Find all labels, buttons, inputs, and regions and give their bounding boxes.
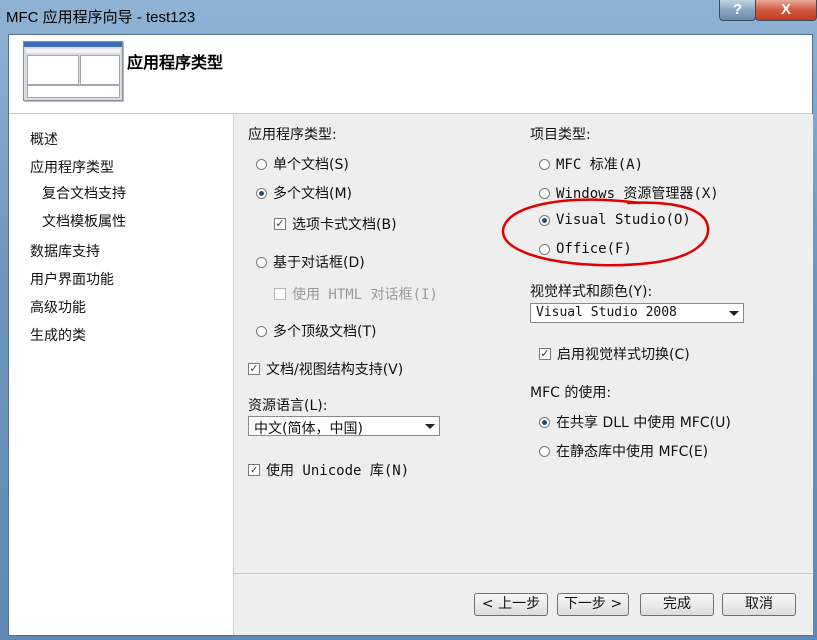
finish-button[interactable]: 完成 bbox=[640, 593, 714, 616]
radio-selected-icon bbox=[539, 416, 550, 428]
prev-button[interactable]: < 上一步 bbox=[474, 593, 548, 616]
wizard-nav: 概述 应用程序类型 复合文档支持 文档模板属性 数据库支持 用户界面功能 高级功… bbox=[9, 114, 233, 635]
checkmark-icon: ✓ bbox=[274, 217, 286, 230]
radio-static-lib[interactable]: 在静态库中使用 MFC(E) bbox=[539, 441, 708, 461]
nav-item-app-type[interactable]: 应用程序类型 bbox=[30, 157, 114, 177]
radio-icon bbox=[256, 325, 267, 337]
nav-item-ui-features[interactable]: 用户界面功能 bbox=[30, 269, 114, 289]
wizard-window: MFC 应用程序向导 - test123 ? X 应用程序类型 概述 应用程序类… bbox=[0, 0, 817, 640]
radio-mfc-standard[interactable]: MFC 标准(A) bbox=[539, 154, 643, 174]
checkmark-icon: ✓ bbox=[248, 464, 260, 476]
resource-language-label: 资源语言(L): bbox=[248, 398, 328, 414]
wizard-preview-icon bbox=[23, 41, 123, 101]
radio-shared-dll[interactable]: 在共享 DLL 中使用 MFC(U) bbox=[539, 412, 731, 432]
radio-icon bbox=[539, 158, 550, 170]
radio-icon bbox=[256, 158, 267, 170]
radio-multiple-documents[interactable]: 多个文档(M) bbox=[256, 183, 352, 203]
radio-multiple-top-level[interactable]: 多个顶级文档(T) bbox=[256, 321, 376, 341]
visual-style-label: 视觉样式和颜色(Y): bbox=[530, 284, 653, 300]
nav-item-database[interactable]: 数据库支持 bbox=[30, 241, 100, 261]
nav-item-generated-classes[interactable]: 生成的类 bbox=[30, 325, 86, 345]
checkmark-icon: ✓ bbox=[248, 362, 260, 375]
radio-dialog-based[interactable]: 基于对话框(D) bbox=[256, 252, 365, 272]
checkmark-icon: ✓ bbox=[539, 347, 551, 360]
checkbox-tabbed-documents[interactable]: ✓ 选项卡式文档(B) bbox=[274, 214, 397, 234]
visual-style-dropdown[interactable]: Visual Studio 2008 bbox=[530, 303, 744, 323]
radio-icon bbox=[539, 445, 550, 457]
footer-divider bbox=[234, 573, 813, 574]
close-button[interactable]: X bbox=[755, 0, 817, 21]
red-annotation-circle bbox=[501, 198, 710, 267]
checkbox-icon bbox=[274, 288, 286, 300]
wizard-main: 应用程序类型: 单个文档(S) 多个文档(M) ✓ 选项卡式文档(B) 基于对话框… bbox=[233, 114, 813, 635]
nav-item-doc-template[interactable]: 文档模板属性 bbox=[42, 211, 126, 231]
wizard-header: 应用程序类型 bbox=[9, 35, 812, 114]
nav-item-compound-doc[interactable]: 复合文档支持 bbox=[42, 183, 126, 203]
checkbox-doc-view-support[interactable]: ✓ 文档/视图结构支持(V) bbox=[248, 359, 403, 379]
nav-item-advanced[interactable]: 高级功能 bbox=[30, 297, 86, 317]
app-type-label: 应用程序类型: bbox=[248, 127, 337, 143]
title-bar[interactable]: MFC 应用程序向导 - test123 ? X bbox=[0, 0, 817, 30]
resource-language-dropdown[interactable]: 中文(简体，中国) bbox=[248, 416, 440, 437]
window-title: MFC 应用程序向导 - test123 bbox=[6, 9, 196, 26]
chevron-down-icon bbox=[425, 424, 435, 429]
help-button[interactable]: ? bbox=[719, 0, 756, 21]
wizard-client: 应用程序类型 概述 应用程序类型 复合文档支持 文档模板属性 数据库支持 用户界… bbox=[8, 34, 813, 636]
radio-icon bbox=[256, 256, 267, 268]
checkbox-enable-style-switch[interactable]: ✓ 启用视觉样式切换(C) bbox=[539, 344, 690, 364]
checkbox-unicode[interactable]: ✓ 使用 Unicode 库(N) bbox=[248, 460, 409, 480]
next-button[interactable]: 下一步 > bbox=[557, 593, 629, 616]
radio-selected-icon bbox=[256, 187, 267, 199]
page-title: 应用程序类型 bbox=[127, 53, 224, 72]
chevron-down-icon bbox=[729, 311, 739, 316]
radio-single-document[interactable]: 单个文档(S) bbox=[256, 154, 349, 174]
project-type-label: 项目类型: bbox=[530, 127, 591, 143]
mfc-use-label: MFC 的使用: bbox=[530, 385, 612, 401]
cancel-button[interactable]: 取消 bbox=[722, 593, 796, 616]
nav-item-overview[interactable]: 概述 bbox=[30, 129, 58, 149]
checkbox-html-dialog: 使用 HTML 对话框(I) bbox=[274, 284, 438, 304]
